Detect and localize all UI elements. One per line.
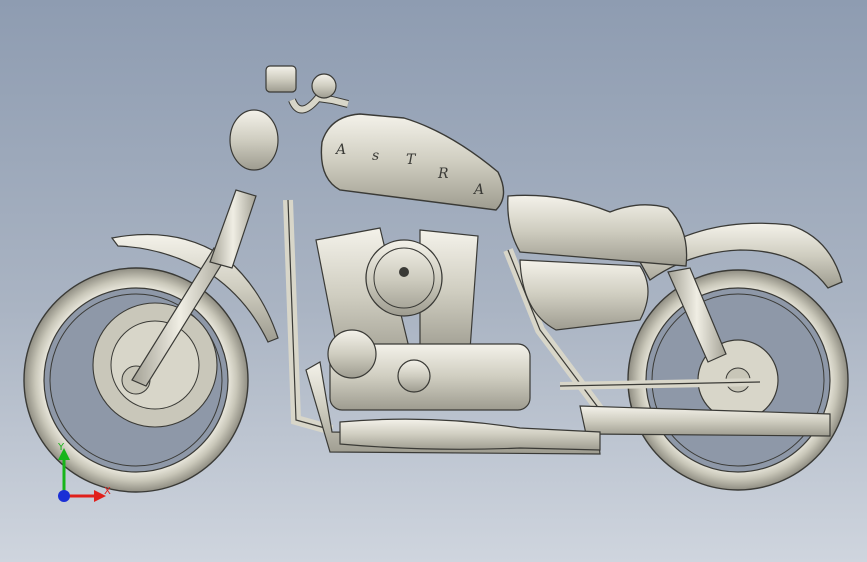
air-cleaner [365, 239, 443, 317]
tank-letter: R [437, 166, 449, 182]
tank-letter: A [472, 182, 484, 198]
tank-letter: A [334, 142, 346, 158]
triad-axes [58, 448, 106, 502]
view-triad: X Y [44, 442, 114, 512]
engine [315, 227, 531, 411]
headlight [229, 109, 279, 171]
x-axis-label: X [104, 486, 111, 497]
tank-letter: s [372, 148, 379, 164]
handlebar [265, 65, 349, 114]
seat [507, 194, 688, 267]
motorcycle-model[interactable]: A s T R A [0, 0, 867, 562]
y-axis-label: Y [58, 442, 65, 453]
graphics-viewport[interactable]: A s T R A X Y [0, 0, 867, 562]
z-axis-dot [58, 490, 70, 502]
